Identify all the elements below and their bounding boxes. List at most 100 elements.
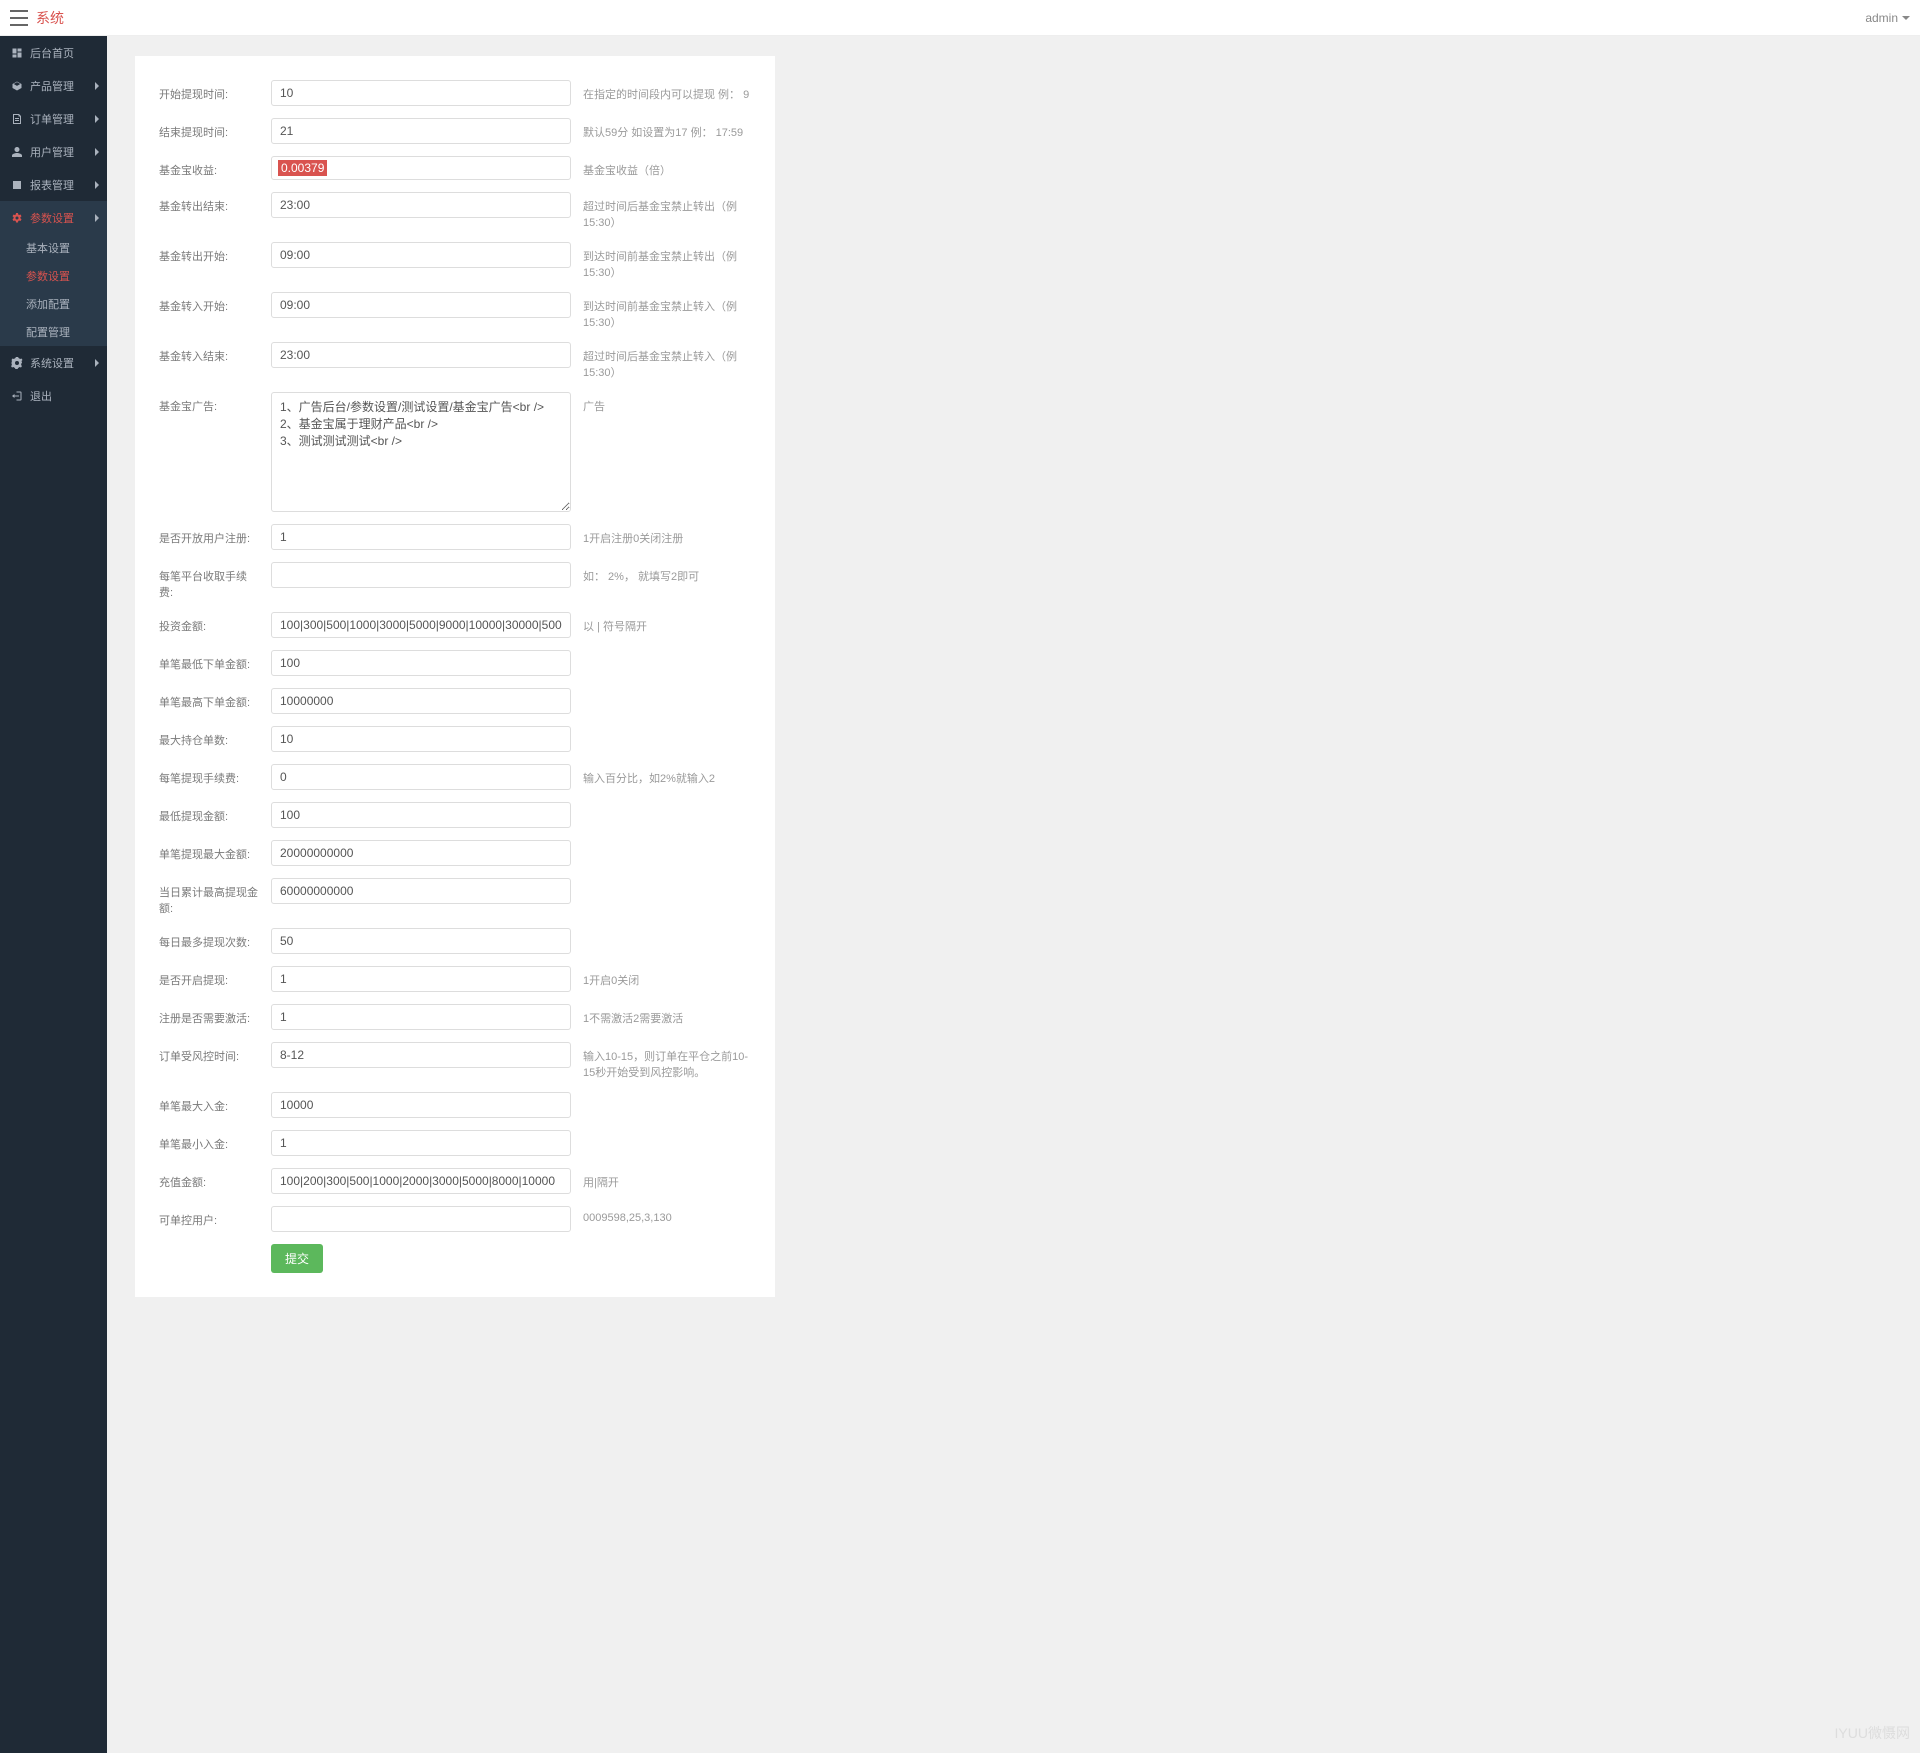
form-hint: 超过时间后基金宝禁止转入（例15:30） xyxy=(583,342,751,380)
form-input-6[interactable] xyxy=(271,342,571,368)
form-label: 可单控用户: xyxy=(159,1206,259,1228)
sidebar-sub-item-0[interactable]: 基本设置 xyxy=(0,234,107,262)
form-row-21: 订单受风控时间: 输入10-15，则订单在平仓之前10-15秒开始受到风控影响。 xyxy=(159,1042,751,1080)
sidebar-item-3[interactable]: 用户管理 xyxy=(0,135,107,168)
order-icon xyxy=(10,113,24,125)
sidebar-item-6[interactable]: 系统设置 xyxy=(0,346,107,379)
chevron-down-icon xyxy=(1902,16,1910,20)
form-row-14: 每笔提现手续费:输入百分比，如2%就输入2 xyxy=(159,764,751,790)
form-row-25: 可单控用户:0009598,25,3,130 xyxy=(159,1206,751,1232)
form-input-24[interactable] xyxy=(271,1168,571,1194)
form-input-18[interactable] xyxy=(271,928,571,954)
dashboard-icon xyxy=(10,47,24,59)
user-icon xyxy=(10,146,24,158)
user-menu[interactable]: admin xyxy=(1865,11,1910,25)
form-label: 最大持仓单数: xyxy=(159,726,259,748)
form-input-20[interactable] xyxy=(271,1004,571,1030)
sidebar-item-label: 用户管理 xyxy=(30,144,74,160)
form-hint xyxy=(583,802,751,808)
form-label: 单笔提现最大金额: xyxy=(159,840,259,862)
form-row-16: 单笔提现最大金额: xyxy=(159,840,751,866)
form-input-16[interactable] xyxy=(271,840,571,866)
form-label: 每日最多提现次数: xyxy=(159,928,259,950)
form-label: 基金转入开始: xyxy=(159,292,259,314)
form-input-4[interactable] xyxy=(271,242,571,268)
form-input-3[interactable] xyxy=(271,192,571,218)
form-input-14[interactable] xyxy=(271,764,571,790)
form-label: 每笔提现手续费: xyxy=(159,764,259,786)
form-hint: 到达时间前基金宝禁止转出（例15:30） xyxy=(583,242,751,280)
highlighted-value: 0.00379 xyxy=(278,160,327,176)
form-input-7[interactable] xyxy=(271,392,571,512)
form-input-1[interactable] xyxy=(271,118,571,144)
form-row-18: 每日最多提现次数: xyxy=(159,928,751,954)
form-hint xyxy=(583,726,751,732)
form-input-8[interactable] xyxy=(271,524,571,550)
form-hint: 广告 xyxy=(583,392,751,414)
form-hint xyxy=(583,1092,751,1098)
form-input-5[interactable] xyxy=(271,292,571,318)
form-input-0[interactable] xyxy=(271,80,571,106)
sidebar-sub-item-3[interactable]: 配置管理 xyxy=(0,318,107,346)
form-row-15: 最低提现金额: xyxy=(159,802,751,828)
form-label: 结束提现时间: xyxy=(159,118,259,140)
form-input-15[interactable] xyxy=(271,802,571,828)
submit-button[interactable]: 提交 xyxy=(271,1244,323,1273)
sidebar-item-5[interactable]: 参数设置 xyxy=(0,201,107,234)
logout-icon xyxy=(10,390,24,402)
form-hint: 输入10-15，则订单在平仓之前10-15秒开始受到风控影响。 xyxy=(583,1042,751,1080)
main-content: 开始提现时间:在指定的时间段内可以提现 例： 9结束提现时间:默认59分 如设置… xyxy=(107,36,1920,1317)
chevron-right-icon xyxy=(95,181,99,189)
settings-icon xyxy=(10,212,24,224)
user-name: admin xyxy=(1865,11,1898,25)
sidebar-item-7[interactable]: 退出 xyxy=(0,379,107,412)
form-hint xyxy=(583,1130,751,1136)
form-input-17[interactable] xyxy=(271,878,571,904)
form-input-13[interactable] xyxy=(271,726,571,752)
form-input-9[interactable] xyxy=(271,562,571,588)
form-row-22: 单笔最大入金: xyxy=(159,1092,751,1118)
sidebar-item-0[interactable]: 后台首页 xyxy=(0,36,107,69)
form-label: 订单受风控时间: xyxy=(159,1042,259,1064)
form-label: 单笔最低下单金额: xyxy=(159,650,259,672)
form-input-19[interactable] xyxy=(271,966,571,992)
sidebar-item-1[interactable]: 产品管理 xyxy=(0,69,107,102)
form-row-6: 基金转入结束:超过时间后基金宝禁止转入（例15:30） xyxy=(159,342,751,380)
form-input-10[interactable] xyxy=(271,612,571,638)
form-input-21[interactable] xyxy=(271,1042,571,1068)
form-hint: 基金宝收益（倍） xyxy=(583,156,751,178)
sidebar-item-label: 产品管理 xyxy=(30,78,74,94)
form-input-22[interactable] xyxy=(271,1092,571,1118)
sidebar-sub-item-2[interactable]: 添加配置 xyxy=(0,290,107,318)
form-row-12: 单笔最高下单金额: xyxy=(159,688,751,714)
sidebar-item-2[interactable]: 订单管理 xyxy=(0,102,107,135)
form-label: 每笔平台收取手续费: xyxy=(159,562,259,600)
form-label: 充值金额: xyxy=(159,1168,259,1190)
form-hint: 以 | 符号隔开 xyxy=(583,612,751,634)
form-input-11[interactable] xyxy=(271,650,571,676)
form-label: 当日累计最高提现金额: xyxy=(159,878,259,916)
sidebar: 后台首页产品管理订单管理用户管理报表管理参数设置基本设置参数设置添加配置配置管理… xyxy=(0,36,107,1753)
form-label: 单笔最高下单金额: xyxy=(159,688,259,710)
form-row-2: 基金宝收益: 0.00379 基金宝收益（倍） xyxy=(159,156,751,180)
form-row-20: 注册是否需要激活:1不需激活2需要激活 xyxy=(159,1004,751,1030)
form-hint xyxy=(583,688,751,694)
form-row-1: 结束提现时间:默认59分 如设置为17 例： 17:59 xyxy=(159,118,751,144)
form-input-25[interactable] xyxy=(271,1206,571,1232)
form-input-2[interactable]: 0.00379 xyxy=(271,156,571,180)
sidebar-sub-item-1[interactable]: 参数设置 xyxy=(0,262,107,290)
form-label: 是否开启提现: xyxy=(159,966,259,988)
form-hint: 在指定的时间段内可以提现 例： 9 xyxy=(583,80,751,102)
chevron-right-icon xyxy=(95,82,99,90)
sidebar-item-4[interactable]: 报表管理 xyxy=(0,168,107,201)
form-input-12[interactable] xyxy=(271,688,571,714)
settings-form-panel: 开始提现时间:在指定的时间段内可以提现 例： 9结束提现时间:默认59分 如设置… xyxy=(135,56,775,1297)
chevron-right-icon xyxy=(95,359,99,367)
sidebar-item-label: 后台首页 xyxy=(30,45,74,61)
form-input-23[interactable] xyxy=(271,1130,571,1156)
menu-toggle-icon[interactable] xyxy=(10,10,28,26)
sidebar-item-label: 退出 xyxy=(30,388,52,404)
form-hint: 如： 2%， 就填写2即可 xyxy=(583,562,751,584)
form-label: 基金宝收益: xyxy=(159,156,259,178)
report-icon xyxy=(10,179,24,191)
